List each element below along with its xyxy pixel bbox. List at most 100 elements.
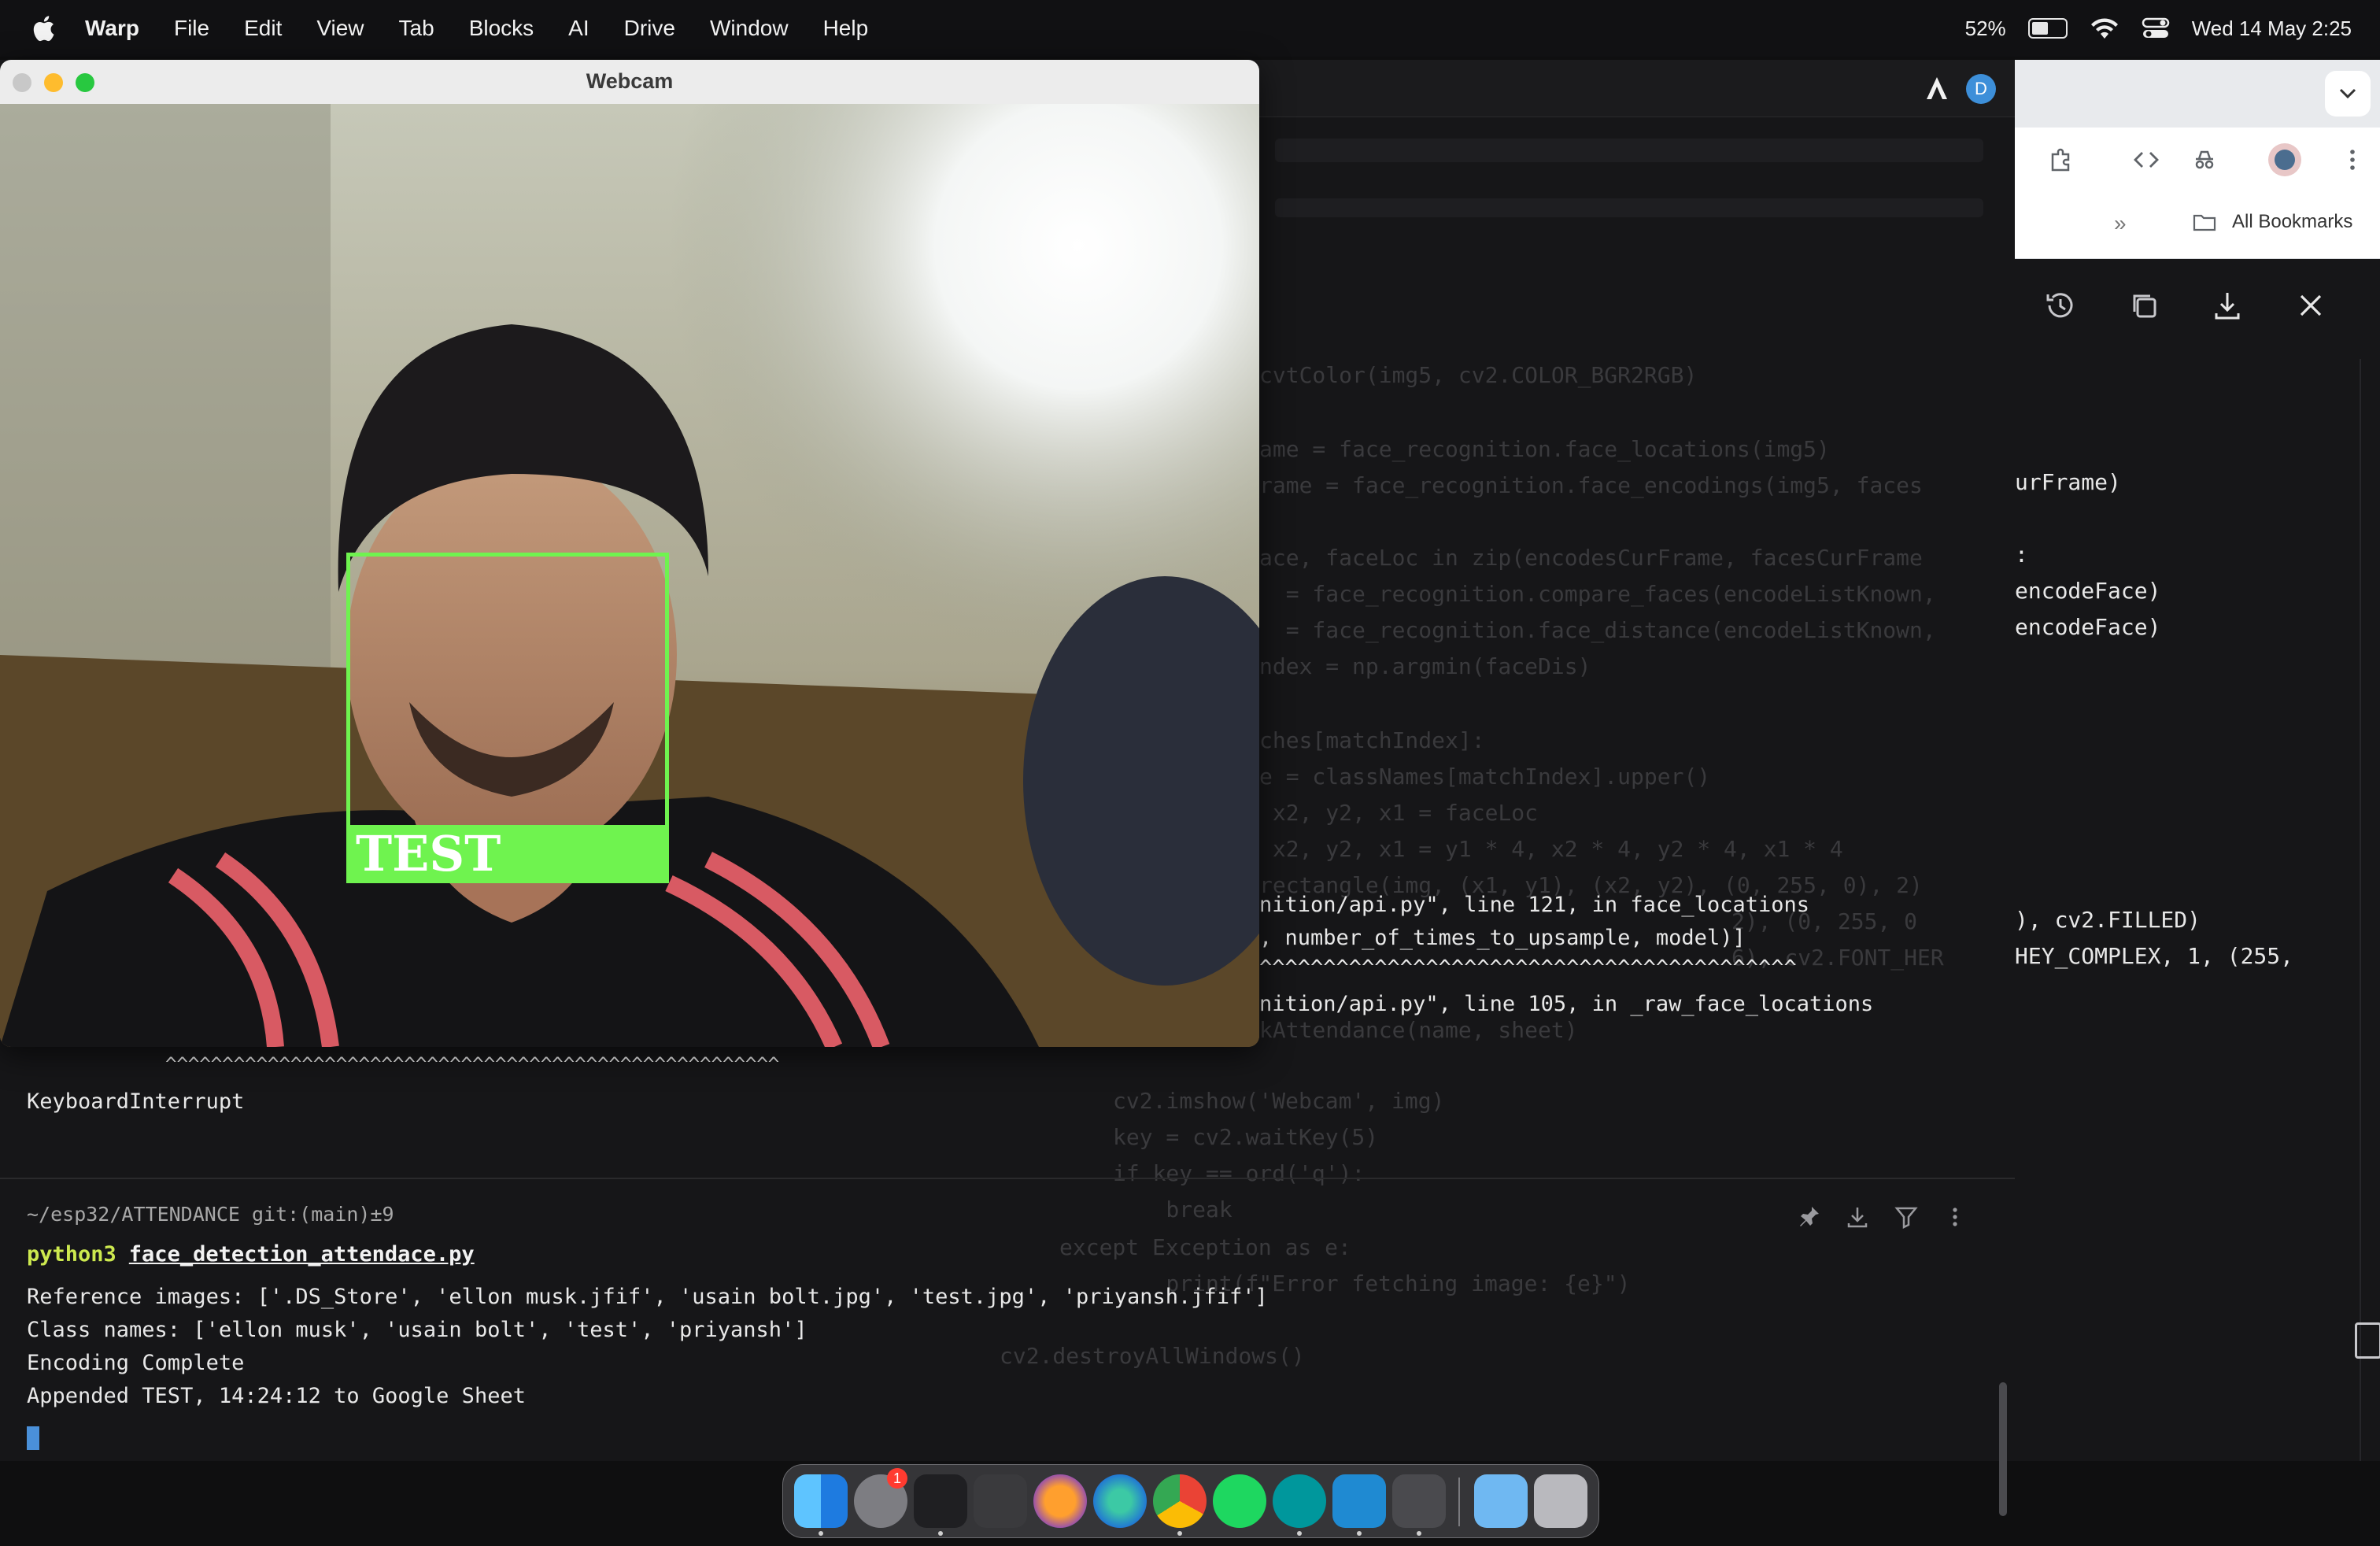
- faded-toolbar-row: [1275, 139, 1983, 162]
- output-line: Appended TEST, 14:24:12 to Google Sheet: [27, 1384, 526, 1408]
- bg-code-line: rame = face_recognition.face_encodings(i…: [1259, 472, 1923, 498]
- history-icon[interactable]: [2043, 288, 2078, 323]
- warp-ai-icon[interactable]: [1925, 76, 1949, 101]
- webcam-video-feed: TEST: [0, 104, 1259, 1047]
- prompt-path: ~/esp32/ATTENDANCE git:(main)±9: [27, 1203, 394, 1226]
- menu-help[interactable]: Help: [823, 16, 869, 41]
- firefox-icon[interactable]: [1033, 1474, 1087, 1528]
- terminal-cursor: [27, 1426, 39, 1450]
- code-line: encodeFace): [2015, 578, 2161, 604]
- running-indicator: [819, 1531, 823, 1536]
- warp-icon[interactable]: [914, 1474, 967, 1528]
- bg-code-line: ace, faceLoc in zip(encodesCurFrame, fac…: [1259, 545, 1923, 571]
- bookmarks-overflow-button[interactable]: »: [2114, 211, 2127, 236]
- battery-icon[interactable]: [2027, 18, 2068, 39]
- menubar: Warp File Edit View Tab Blocks AI Drive …: [0, 0, 2380, 57]
- output-line: Encoding Complete: [27, 1351, 245, 1375]
- menu-ai[interactable]: AI: [568, 16, 589, 41]
- chrome-icon[interactable]: [1153, 1474, 1207, 1528]
- bg-code-line: e = classNames[matchIndex].upper(): [1259, 764, 1711, 790]
- webcam-window: Webcam TEST: [0, 60, 1259, 1047]
- terminal-scrollbar[interactable]: [1999, 1382, 2007, 1516]
- bg-code-line: cvtColor(img5, cv2.COLOR_BGR2RGB): [1259, 362, 1698, 388]
- extensions-icon[interactable]: [2046, 145, 2076, 175]
- menu-blocks[interactable]: Blocks: [469, 16, 534, 41]
- profile-avatar[interactable]: [2268, 143, 2301, 176]
- trash-icon[interactable]: [1534, 1474, 1587, 1528]
- download-icon[interactable]: [1845, 1204, 1870, 1230]
- bg-code-line: x2, y2, x1 = faceLoc: [1259, 800, 1539, 826]
- bg-code-line: key = cv2.waitKey(5): [1113, 1124, 1379, 1150]
- menu-drive[interactable]: Drive: [624, 16, 675, 41]
- menu-tab[interactable]: Tab: [399, 16, 434, 41]
- code-line: urFrame): [2015, 469, 2121, 495]
- sublime-icon[interactable]: [974, 1474, 1027, 1528]
- status-area: 52% Wed 14 May 2:25: [1965, 0, 2352, 57]
- user-avatar[interactable]: D: [1966, 74, 1996, 104]
- faded-tab-row: [1275, 198, 1983, 217]
- traceback-line: nition/api.py", line 121, in face_locati…: [1259, 893, 1809, 917]
- dock-separator: [1458, 1478, 1460, 1526]
- command-file-link[interactable]: face_detection_attendace.py: [129, 1242, 475, 1267]
- block-actions: [1796, 1204, 1968, 1230]
- active-command-block[interactable]: ~/esp32/ATTENDANCE git:(main)±9 python3 f…: [0, 1178, 2015, 1463]
- menu-view[interactable]: View: [316, 16, 364, 41]
- control-center-icon[interactable]: [2142, 17, 2170, 40]
- dock: 1: [782, 1464, 1599, 1538]
- filter-icon[interactable]: [1894, 1204, 1919, 1230]
- command-line: python3 face_detection_attendace.py: [27, 1242, 475, 1267]
- incognito-icon[interactable]: [2190, 145, 2219, 175]
- tab-search-button[interactable]: [2325, 71, 2371, 117]
- menu-app-name[interactable]: Warp: [85, 16, 139, 41]
- code-line: HEY_COMPLEX, 1, (255,: [2015, 943, 2294, 969]
- downloads-folder-icon[interactable]: [1474, 1474, 1528, 1528]
- vscode-icon[interactable]: [1332, 1474, 1386, 1528]
- bg-code-line: kAttendance(name, sheet): [1259, 1017, 1578, 1043]
- running-indicator: [1177, 1531, 1182, 1536]
- battery-percent: 52%: [1964, 16, 2006, 40]
- spotify-icon[interactable]: [1213, 1474, 1266, 1528]
- traceback-line: ^^^^^^^^^^^^^^^^^^^^^^^^^^^^^^^^^^^^^^^^…: [1259, 956, 1797, 980]
- bg-code-line: = face_recognition.face_distance(encodeL…: [1259, 617, 1936, 643]
- traceback-line: , number_of_times_to_upsample, model)]: [1259, 926, 1746, 950]
- menubar-clock[interactable]: Wed 14 May 2:25: [2192, 17, 2352, 41]
- browser-menu-icon[interactable]: [2338, 145, 2367, 175]
- arduino-icon[interactable]: [1273, 1474, 1326, 1528]
- traceback-line: nition/api.py", line 105, in _raw_face_l…: [1259, 992, 1874, 1016]
- copy-icon[interactable]: [2127, 288, 2161, 323]
- menu-window[interactable]: Window: [710, 16, 789, 41]
- edge-icon[interactable]: [1093, 1474, 1147, 1528]
- finder-icon[interactable]: [794, 1474, 848, 1528]
- browser-toolbar: [2015, 128, 2380, 192]
- browser-tab-strip: [2015, 60, 2380, 128]
- command-prefix: python3: [27, 1242, 116, 1267]
- webcam-title-bar[interactable]: Webcam: [0, 60, 1259, 105]
- more-vertical-icon[interactable]: [1942, 1204, 1968, 1230]
- pin-icon[interactable]: [1796, 1204, 1821, 1230]
- all-bookmarks-link[interactable]: All Bookmarks: [2232, 211, 2352, 233]
- webcam-window-title: Webcam: [586, 69, 674, 93]
- running-indicator: [1417, 1531, 1421, 1536]
- bg-code-line: x2, y2, x1 = y1 * 4, x2 * 4, y2 * 4, x1 …: [1259, 836, 1843, 862]
- face-label-text: TEST: [356, 825, 501, 882]
- bookmarks-bar: » All Bookmarks: [2015, 192, 2380, 259]
- running-indicator: [1357, 1531, 1362, 1536]
- apple-logo-icon[interactable]: [31, 15, 55, 42]
- face-detection-label: TEST: [346, 825, 669, 883]
- rocket-icon[interactable]: [1392, 1474, 1446, 1528]
- keyboard-interrupt-text: KeyboardInterrupt: [27, 1089, 245, 1114]
- wifi-icon[interactable]: [2090, 17, 2119, 40]
- close-icon[interactable]: [2293, 288, 2328, 323]
- download-icon[interactable]: [2210, 288, 2245, 323]
- code-icon[interactable]: [2131, 145, 2161, 175]
- notification-badge: 1: [887, 1468, 907, 1489]
- running-indicator: [1297, 1531, 1302, 1536]
- traceback-caret-line: ^^^^^^^^^^^^^^^^^^^^^^^^^^^^^^^^^^^^^^^^…: [165, 1053, 780, 1075]
- menu-file[interactable]: File: [174, 16, 209, 41]
- resize-handle[interactable]: [2355, 1322, 2380, 1359]
- panel-action-bar: [2015, 288, 2380, 343]
- folder-icon: [2193, 214, 2216, 231]
- menu-edit[interactable]: Edit: [244, 16, 282, 41]
- output-line: Reference images: ['.DS_Store', 'ellon m…: [27, 1285, 1268, 1309]
- code-line: ), cv2.FILLED): [2015, 907, 2201, 933]
